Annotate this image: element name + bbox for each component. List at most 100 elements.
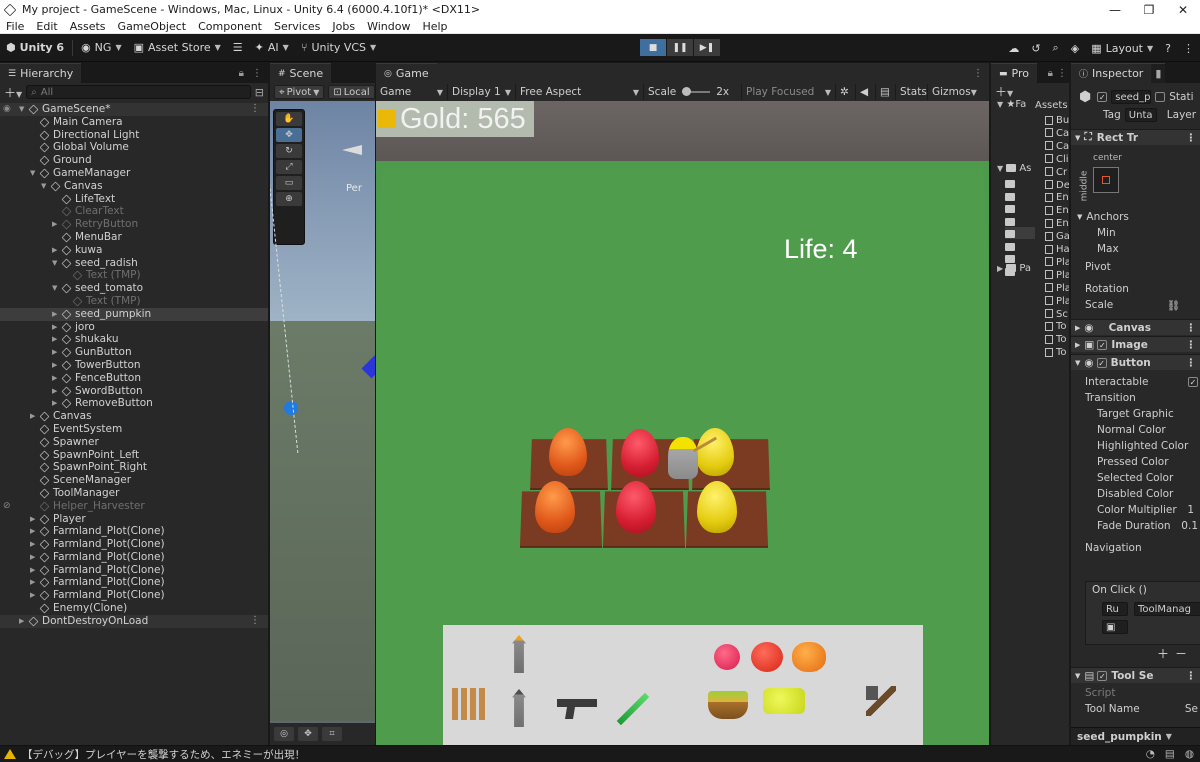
rect-tool-button[interactable]: ▭	[276, 176, 302, 190]
overlay-tool-1[interactable]: ◎	[274, 727, 294, 741]
button-enabled-checkbox[interactable]: ✓	[1096, 357, 1107, 368]
hierarchy-row[interactable]: ▶ Farmland_Plot(Clone)	[0, 564, 268, 577]
hierarchy-row[interactable]: ▼ seed_tomato	[0, 282, 268, 295]
component-button[interactable]: ▼ ◉ ✓ Button ⋮	[1071, 354, 1200, 370]
layout-dropdown[interactable]: ▦ Layout ▼	[1085, 42, 1159, 55]
remove-event-button[interactable]: －	[1175, 645, 1187, 662]
pivot-toggle[interactable]: ⌖ Pivot ▼	[274, 85, 325, 99]
scale-tool-button[interactable]: ⤢	[276, 160, 302, 174]
hidden-eye-icon[interactable]: ⊘	[3, 500, 11, 513]
tab-lighting[interactable]: ▮	[1151, 63, 1166, 83]
add-object-button[interactable]: ＋▼	[4, 84, 22, 101]
project-asset-item[interactable]: Sc	[1045, 309, 1069, 322]
menu-assets[interactable]: Assets	[64, 20, 112, 33]
settings-icon[interactable]: ⋮	[1186, 322, 1197, 334]
link-icon[interactable]: ⛓	[1167, 299, 1180, 312]
anchors-row[interactable]: ▼ Anchors	[1071, 209, 1200, 225]
keyboard-button[interactable]: ▤	[876, 84, 896, 100]
chevron-right-icon[interactable]: ▶	[30, 410, 35, 423]
object-name-field[interactable]: seed_pu	[1111, 90, 1152, 104]
cache-icon[interactable]: ▤	[1165, 748, 1175, 760]
game-view[interactable]: Gold: 565 Life: 4	[376, 101, 989, 745]
overlay-tool-2[interactable]: ✥	[298, 727, 318, 741]
hierarchy-row[interactable]: SceneManager	[0, 474, 268, 487]
anchor-preset-button[interactable]	[1093, 167, 1119, 193]
gizmos-dropdown[interactable]: Gizmos ▼	[928, 84, 980, 100]
hierarchy-row[interactable]: Ground	[0, 154, 268, 167]
project-asset-item[interactable]: En	[1045, 218, 1069, 231]
progress-icon[interactable]: ◔	[1146, 748, 1155, 760]
chevron-right-icon[interactable]: ▶	[30, 551, 35, 564]
hierarchy-row[interactable]: ▶ Farmland_Plot(Clone)	[0, 538, 268, 551]
hierarchy-row[interactable]: ToolManager	[0, 487, 268, 500]
project-asset-item[interactable]: Cli	[1045, 154, 1069, 167]
chevron-right-icon[interactable]: ▶	[52, 321, 57, 334]
hierarchy-row[interactable]: ▶ shukaku	[0, 333, 268, 346]
account-dropdown[interactable]: ◉ NG ▼	[75, 41, 128, 54]
hierarchy-row[interactable]: LifeText	[0, 193, 268, 206]
hierarchy-row[interactable]: Main Camera	[0, 116, 268, 129]
settings-icon[interactable]: ⋮	[1186, 670, 1197, 682]
project-asset-item[interactable]: Bu	[1045, 115, 1069, 128]
chevron-right-icon[interactable]: ▶	[52, 397, 57, 410]
chevron-down-icon[interactable]: ▼	[30, 167, 35, 180]
project-tree-row[interactable]	[1005, 190, 1035, 202]
settings-icon[interactable]: ⋮	[1186, 357, 1197, 369]
hierarchy-row[interactable]: ▶ TowerButton	[0, 359, 268, 372]
project-asset-item[interactable]: Pla	[1045, 270, 1069, 283]
seed-pumpkin-button[interactable]	[789, 637, 829, 677]
console-message[interactable]: 【デバッグ】プレイヤーを襲撃するため、エネミーが出現！	[22, 747, 305, 762]
hierarchy-row[interactable]: ▶ Canvas	[0, 410, 268, 423]
scale-slider-track[interactable]	[682, 87, 711, 96]
close-button[interactable]: ✕	[1166, 3, 1200, 17]
hierarchy-row[interactable]: ▼ GameManager	[0, 167, 268, 180]
settings-button[interactable]: ⋮	[1177, 42, 1200, 55]
project-tree-row[interactable]	[1005, 177, 1035, 189]
minimize-button[interactable]: —	[1098, 3, 1132, 17]
project-asset-item[interactable]: En	[1045, 192, 1069, 205]
hierarchy-row[interactable]: ▼ seed_radish	[0, 257, 268, 270]
unity-account-button[interactable]: ⬢ Unity 6	[0, 41, 70, 54]
menu-edit[interactable]: Edit	[30, 20, 63, 33]
hierarchy-row[interactable]: MenuBar	[0, 231, 268, 244]
chevron-right-icon[interactable]: ▶	[52, 218, 57, 231]
ai-dropdown[interactable]: ✦ AI ▼	[249, 41, 295, 54]
menu-file[interactable]: File	[0, 20, 30, 33]
hierarchy-row[interactable]: ▶ SwordButton	[0, 385, 268, 398]
stop-button[interactable]: ■	[640, 39, 666, 56]
hierarchy-row[interactable]: Directional Light	[0, 129, 268, 142]
project-asset-item[interactable]: En	[1045, 205, 1069, 218]
interactable-checkbox[interactable]: ✓	[1188, 377, 1198, 387]
chevron-down-icon[interactable]: ▼	[19, 103, 24, 116]
hierarchy-row[interactable]: ▶ seed_pumpkin	[0, 307, 268, 321]
fence-button[interactable]	[449, 681, 489, 727]
tab-project[interactable]: ▬ Pro	[991, 63, 1037, 83]
project-asset-item[interactable]: To	[1045, 334, 1069, 347]
scale-slider[interactable]: Scale 2x	[644, 84, 742, 100]
more-icon[interactable]: ⋮	[250, 103, 260, 116]
tab-inspector[interactable]: ⓘ Inspector	[1071, 63, 1152, 83]
step-button[interactable]: ▶❚	[694, 39, 720, 56]
lock-icon[interactable]: 🔒︎	[239, 68, 244, 79]
project-asset-item[interactable]: Pla	[1045, 283, 1069, 296]
local-toggle[interactable]: ⊡ Local	[328, 85, 375, 99]
chevron-right-icon[interactable]: ▶	[52, 346, 57, 359]
add-event-button[interactable]: ＋	[1157, 645, 1169, 662]
help-button[interactable]: ?	[1159, 42, 1177, 55]
hierarchy-row[interactable]: SpawnPoint_Left	[0, 449, 268, 462]
project-asset-item[interactable]: Ga	[1045, 231, 1069, 244]
hierarchy-row[interactable]: Text (TMP)	[0, 295, 268, 308]
menu-component[interactable]: Component	[192, 20, 268, 33]
component-tool-script[interactable]: ▼ ▤ ✓ Tool Se ⋮	[1071, 667, 1200, 683]
project-tree-row[interactable]	[1005, 265, 1035, 277]
menu-gameobject[interactable]: GameObject	[112, 20, 193, 33]
more-icon[interactable]: ⋮	[250, 615, 260, 628]
hierarchy-row[interactable]: ▶ RemoveButton	[0, 397, 268, 410]
chevron-down-icon[interactable]: ▼	[52, 257, 57, 270]
visibility-eye-icon[interactable]: ◉	[3, 103, 11, 116]
project-asset-item[interactable]: Cr	[1045, 167, 1069, 180]
project-asset-item[interactable]: To	[1045, 347, 1069, 360]
maximize-button[interactable]: ❐	[1132, 3, 1166, 17]
chevron-right-icon[interactable]: ▶	[30, 576, 35, 589]
hierarchy-row[interactable]: SpawnPoint_Right	[0, 461, 268, 474]
